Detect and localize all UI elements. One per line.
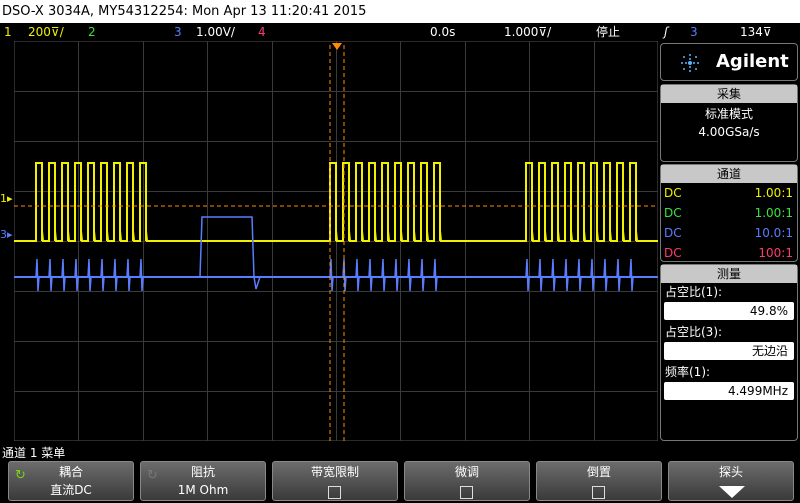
bandwidth-limit-softkey[interactable]: 带宽限制 [272,461,398,501]
measurements-box: 测量 占空比(1): 49.8% 占空比(3): 无边沿 频率(1): 4.49… [660,264,798,441]
channel-row-1: DC 1.00:1 [661,183,797,203]
channel-row-4: DC 100:1 [661,243,797,263]
measurements-header: 测量 [661,265,797,283]
acquisition-header: 采集 [661,85,797,103]
ch3-scale[interactable]: 1.00V/ [196,23,235,41]
run-state: 停止 [596,25,621,39]
coupling-title: 耦合 [58,465,83,479]
coupling-value: 直流DC [50,483,92,497]
channels-box: 通道 DC 1.00:1 DC 1.00:1 DC 10.0:1 DC 100:… [660,164,798,262]
brand-logo: Agilent [660,43,798,81]
time-scale[interactable]: 1.000⊽/ [504,23,551,41]
status-bar: 1 200⊽/ 2 3 1.00V/ 4 0.0s 1.000⊽/ 停止 ʃ 3… [0,23,800,41]
bandwidth-limit-checkbox[interactable] [328,486,341,499]
probe-softkey[interactable]: 探头 [668,461,794,501]
brand-name: Agilent [716,51,789,72]
measure-label-3: 频率(1): [665,365,711,379]
title-bar: DSO-X 3034A, MY54312254: Mon Apr 13 11:2… [0,0,800,23]
ch2-probe: 1.00:1 [754,206,793,220]
trigger-level[interactable]: 134⊽ [740,23,772,41]
ch4-probe: 100:1 [758,246,793,260]
acquisition-box: 采集 标准模式 4.00GSa/s [660,84,798,162]
ch3-probe: 10.0:1 [754,226,793,240]
waveform-graticule [13,40,659,442]
invert-title: 倒置 [586,465,611,479]
invert-checkbox[interactable] [592,486,605,499]
ch3-number[interactable]: 3 [174,23,182,41]
acquisition-mode: 标准模式 [704,107,753,121]
measure-value-3: 4.499MHz [664,382,794,400]
bandwidth-limit-title: 带宽限制 [310,465,359,479]
channels-header: 通道 [661,165,797,183]
sample-rate: 4.00GSa/s [698,125,760,139]
measure-label-1: 占空比(1): [665,285,723,299]
ch3-coupling: DC [664,226,682,240]
softkey-bar: ↻ 耦合 直流DC ↻ 阻抗 1M Ohm 带宽限制 微调 倒置 探头 [0,461,800,503]
ch1-ground-marker[interactable]: 1▸ [0,192,14,206]
menu-title: 通道 1 菜单 [2,446,66,460]
coupling-softkey[interactable]: ↻ 耦合 直流DC [8,461,134,501]
ch2-coupling: DC [664,206,682,220]
channel-row-2: DC 1.00:1 [661,203,797,223]
ch4-number[interactable]: 4 [258,23,266,41]
instrument-title: DSO-X 3034A, MY54312254: Mon Apr 13 11:2… [2,4,367,19]
ch1-coupling: DC [664,186,682,200]
measure-label-2: 占空比(3): [665,325,723,339]
fine-softkey[interactable]: 微调 [404,461,530,501]
trigger-channel: 3 [690,25,698,39]
invert-softkey[interactable]: 倒置 [536,461,662,501]
ch4-coupling: DC [664,246,682,260]
measure-value-2: 无边沿 [664,342,794,360]
ch1-probe: 1.00:1 [754,186,793,200]
probe-title: 探头 [718,465,743,479]
ch2-number[interactable]: 2 [88,23,96,41]
channel-row-3: DC 10.0:1 [661,223,797,243]
time-position[interactable]: 0.0s [430,23,455,41]
ch1-number[interactable]: 1 [4,23,12,41]
measure-value-1: 49.8% [664,302,794,320]
fine-checkbox[interactable] [460,486,473,499]
ch1-ground-marker-label: 1 [0,192,7,205]
impedance-softkey[interactable]: ↻ 阻抗 1M Ohm [140,461,266,501]
impedance-value: 1M Ohm [177,483,229,497]
side-panel: Agilent 采集 标准模式 4.00GSa/s 通道 DC 1.00:1 D… [660,43,800,441]
submenu-arrow-icon [719,486,745,498]
waveform-display[interactable] [13,40,659,442]
fine-title: 微调 [454,465,479,479]
ch3-ground-marker[interactable]: 3▸ [0,228,14,242]
agilent-spark-icon [681,54,699,72]
impedance-title: 阻抗 [190,465,215,479]
ch3-ground-marker-label: 3 [0,228,7,241]
ch1-scale[interactable]: 200⊽/ [28,23,64,41]
trigger-edge-icon: ʃ [664,25,669,39]
